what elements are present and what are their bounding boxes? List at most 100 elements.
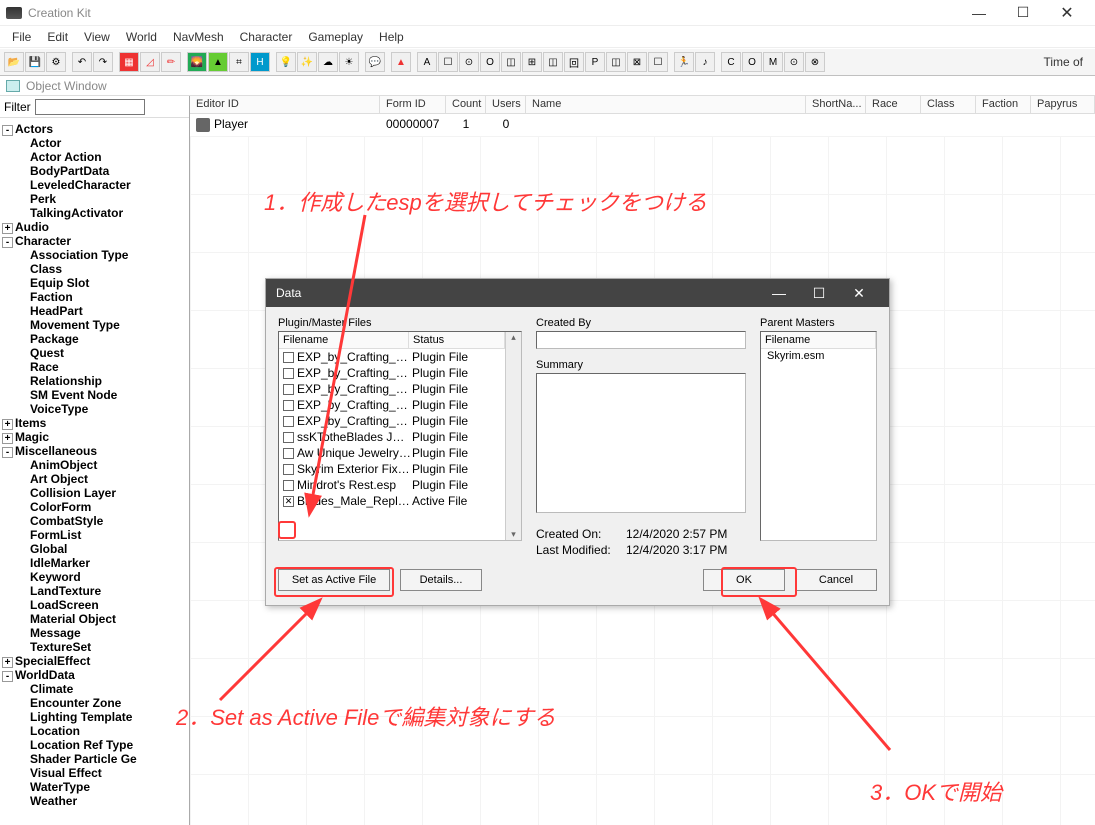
parent-master-row[interactable]: Skyrim.esm <box>761 349 876 363</box>
stop-icon[interactable]: ⊗ <box>805 52 825 72</box>
tree-node[interactable]: Encounter Zone <box>2 696 187 710</box>
menu-gameplay[interactable]: Gameplay <box>300 28 371 46</box>
tree-expander-icon[interactable]: + <box>2 419 13 430</box>
col-race[interactable]: Race <box>866 96 921 113</box>
col-users[interactable]: Users <box>486 96 526 113</box>
menu-world[interactable]: World <box>118 28 165 46</box>
menu-file[interactable]: File <box>4 28 39 46</box>
tree-node[interactable]: LandTexture <box>2 584 187 598</box>
plugin-checkbox[interactable] <box>283 368 294 379</box>
sky-icon[interactable]: ☁ <box>318 52 338 72</box>
tree-node[interactable]: IdleMarker <box>2 556 187 570</box>
fx-icon[interactable]: ✨ <box>297 52 317 72</box>
col-count[interactable]: Count <box>446 96 486 113</box>
plugin-checkbox[interactable] <box>283 352 294 363</box>
save-icon[interactable]: 💾 <box>25 52 45 72</box>
toggle-f-icon[interactable]: ⊞ <box>522 52 542 72</box>
toggle-c-icon[interactable]: ⊙ <box>459 52 479 72</box>
plugin-col-status[interactable]: Status <box>409 332 505 348</box>
anim-icon[interactable]: 🏃 <box>674 52 694 72</box>
tree-node[interactable]: +Magic <box>2 430 187 444</box>
tree-node[interactable]: LeveledCharacter <box>2 178 187 192</box>
tree-expander-icon[interactable]: - <box>2 447 13 458</box>
tree-node[interactable]: TextureSet <box>2 640 187 654</box>
tree-node[interactable]: Climate <box>2 682 187 696</box>
lights-icon[interactable]: ✏ <box>161 52 181 72</box>
tree-node[interactable]: Quest <box>2 346 187 360</box>
tree-node[interactable]: CombatStyle <box>2 514 187 528</box>
dialogue-icon[interactable]: 💬 <box>365 52 385 72</box>
tree-node[interactable]: Lighting Template <box>2 710 187 724</box>
close-button[interactable]: ✕ <box>1045 1 1089 25</box>
tree-node[interactable]: FormList <box>2 528 187 542</box>
tree-node[interactable]: Weather <box>2 794 187 808</box>
tree-node[interactable]: Equip Slot <box>2 276 187 290</box>
tree-expander-icon[interactable]: - <box>2 125 13 136</box>
togglegrass-icon[interactable]: ⌗ <box>229 52 249 72</box>
list-header[interactable]: Editor ID Form ID Count Users Name Short… <box>190 96 1095 114</box>
trigger-m-icon[interactable]: M <box>763 52 783 72</box>
navmesh-icon[interactable]: ▲ <box>391 52 411 72</box>
snap-angle-icon[interactable]: ◿ <box>140 52 160 72</box>
dialog-close-button[interactable]: ✕ <box>839 285 879 302</box>
prefs-icon[interactable]: ⚙ <box>46 52 66 72</box>
tree-node[interactable]: Material Object <box>2 612 187 626</box>
toggle-j-icon[interactable]: ⊠ <box>627 52 647 72</box>
tree-node[interactable]: ColorForm <box>2 500 187 514</box>
col-shortname[interactable]: ShortNa... <box>806 96 866 113</box>
tree-node[interactable]: BodyPartData <box>2 164 187 178</box>
tree-node[interactable]: Movement Type <box>2 318 187 332</box>
undo-icon[interactable]: ↶ <box>72 52 92 72</box>
plugin-checkbox[interactable] <box>283 384 294 395</box>
menu-edit[interactable]: Edit <box>39 28 76 46</box>
object-tree[interactable]: -ActorsActorActor ActionBodyPartDataLeve… <box>0 118 189 812</box>
tree-node[interactable]: LoadScreen <box>2 598 187 612</box>
col-papyrus[interactable]: Papyrus <box>1031 96 1095 113</box>
havok-icon[interactable]: H <box>250 52 270 72</box>
redo-icon[interactable]: ↷ <box>93 52 113 72</box>
tree-node[interactable]: Race <box>2 360 187 374</box>
col-formid[interactable]: Form ID <box>380 96 446 113</box>
maximize-button[interactable]: ☐ <box>1001 1 1045 25</box>
col-class[interactable]: Class <box>921 96 976 113</box>
toggle-i-icon[interactable]: ◫ <box>606 52 626 72</box>
tree-node[interactable]: WaterType <box>2 780 187 794</box>
tree-node[interactable]: -Character <box>2 234 187 248</box>
summary-textarea[interactable] <box>536 373 746 513</box>
tree-node[interactable]: Location <box>2 724 187 738</box>
menu-navmesh[interactable]: NavMesh <box>165 28 232 46</box>
tree-node[interactable]: Class <box>2 262 187 276</box>
tree-node[interactable]: Collision Layer <box>2 486 187 500</box>
menu-character[interactable]: Character <box>232 28 301 46</box>
tree-expander-icon[interactable]: + <box>2 657 13 668</box>
parent-masters-list[interactable]: Filename Skyrim.esm <box>760 331 877 541</box>
plugin-checkbox[interactable] <box>283 416 294 427</box>
dialog-maximize-button[interactable]: ☐ <box>799 285 839 302</box>
plugin-checkbox[interactable] <box>283 400 294 411</box>
toggle-p-icon[interactable]: P <box>585 52 605 72</box>
tree-node[interactable]: Shader Particle Ge <box>2 752 187 766</box>
tree-node[interactable]: -Miscellaneous <box>2 444 187 458</box>
tree-node[interactable]: Art Object <box>2 472 187 486</box>
toggle-e-icon[interactable]: ◫ <box>501 52 521 72</box>
toggle-a-icon[interactable]: A <box>417 52 437 72</box>
tree-node[interactable]: Visual Effect <box>2 766 187 780</box>
tree-node[interactable]: -WorldData <box>2 668 187 682</box>
toggle-b-icon[interactable]: ☐ <box>438 52 458 72</box>
col-name[interactable]: Name <box>526 96 806 113</box>
toggle-h-icon[interactable]: 回 <box>564 52 584 72</box>
tree-node[interactable]: VoiceType <box>2 402 187 416</box>
tree-node[interactable]: Global <box>2 542 187 556</box>
dialog-minimize-button[interactable]: — <box>759 285 799 301</box>
trigger-o-icon[interactable]: O <box>742 52 762 72</box>
sound-icon[interactable]: ♪ <box>695 52 715 72</box>
tree-node[interactable]: Actor Action <box>2 150 187 164</box>
plugin-checkbox[interactable]: ✕ <box>283 496 294 507</box>
createdby-input[interactable] <box>536 331 746 349</box>
details-button[interactable]: Details... <box>400 569 482 591</box>
tree-node[interactable]: +SpecialEffect <box>2 654 187 668</box>
tree-node[interactable]: Actor <box>2 136 187 150</box>
toggle-g-icon[interactable]: ◫ <box>543 52 563 72</box>
cancel-button[interactable]: Cancel <box>795 569 877 591</box>
tree-node[interactable]: Perk <box>2 192 187 206</box>
